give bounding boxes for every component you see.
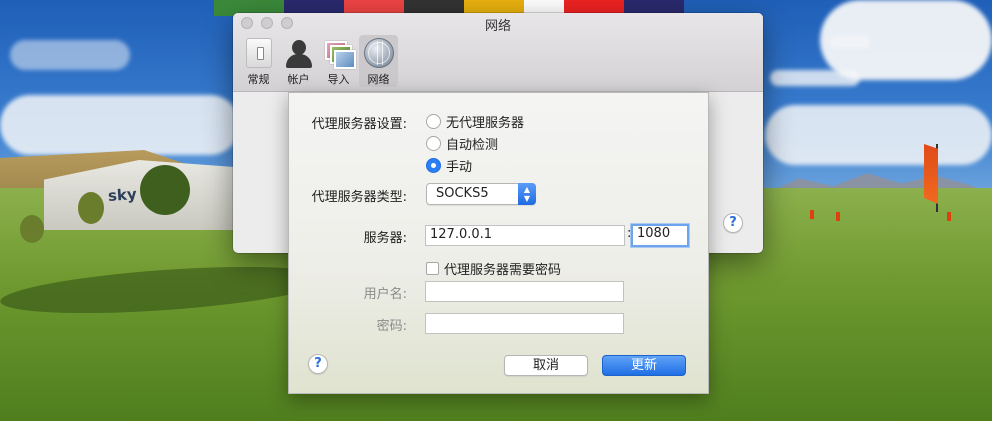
tab-import[interactable]: 导入: [319, 35, 358, 87]
radio-auto-detect-control[interactable]: [426, 136, 441, 151]
username-label: 用户名:: [363, 287, 407, 302]
tab-network-label: 网络: [367, 73, 390, 86]
radio-no-proxy-label: 无代理服务器: [446, 116, 525, 131]
user-account-icon: [284, 38, 314, 68]
cancel-button[interactable]: 取消: [504, 355, 588, 376]
radio-auto-detect[interactable]: 自动检测: [426, 134, 498, 153]
sheet-help-button[interactable]: ?: [308, 354, 328, 374]
password-input[interactable]: [425, 313, 624, 334]
title-bar: 网络 常规 帐户 导入 网络: [233, 13, 763, 92]
window-help-button[interactable]: ?: [723, 213, 743, 233]
proxy-type-value: SOCKS5: [436, 186, 489, 201]
network-globe-icon: [363, 38, 394, 68]
requires-password-checkbox[interactable]: 代理服务器需要密码: [426, 259, 561, 278]
tab-general-label: 常规: [247, 73, 270, 86]
tab-network[interactable]: 网络: [359, 35, 398, 87]
update-button[interactable]: 更新: [602, 355, 686, 376]
requires-password-checkbox-control[interactable]: [426, 262, 439, 275]
requires-password-label: 代理服务器需要密码: [444, 263, 562, 278]
radio-manual[interactable]: 手动: [426, 156, 472, 175]
server-port-input[interactable]: 1080: [631, 224, 689, 247]
chevron-up-down-icon[interactable]: ▲ ▼: [518, 183, 536, 205]
import-photos-icon: [324, 38, 356, 69]
username-input[interactable]: [425, 281, 624, 302]
radio-auto-detect-label: 自动检测: [446, 138, 499, 153]
password-label: 密码:: [376, 319, 407, 334]
tab-account-label: 帐户: [287, 73, 310, 86]
proxy-settings-label: 代理服务器设置:: [311, 117, 407, 132]
radio-no-proxy[interactable]: 无代理服务器: [426, 112, 524, 131]
preferences-toolbar: 常规 帐户 导入 网络: [239, 35, 398, 87]
proxy-settings-sheet: 代理服务器设置: 无代理服务器 自动检测 手动 代理服务器类型: SOCKS5 …: [288, 92, 709, 394]
proxy-type-select[interactable]: SOCKS5 ▲ ▼: [426, 183, 536, 205]
radio-manual-control[interactable]: [426, 158, 441, 173]
tab-general[interactable]: 常规: [239, 35, 278, 87]
radio-no-proxy-control[interactable]: [426, 114, 441, 129]
tab-import-label: 导入: [327, 73, 350, 86]
tab-account[interactable]: 帐户: [279, 35, 318, 87]
general-icon: [245, 38, 272, 68]
window-title: 网络: [484, 19, 511, 34]
proxy-type-label: 代理服务器类型:: [311, 190, 407, 205]
radio-manual-label: 手动: [446, 160, 473, 175]
server-label: 服务器:: [363, 231, 407, 246]
server-host-input[interactable]: 127.0.0.1: [425, 225, 625, 246]
